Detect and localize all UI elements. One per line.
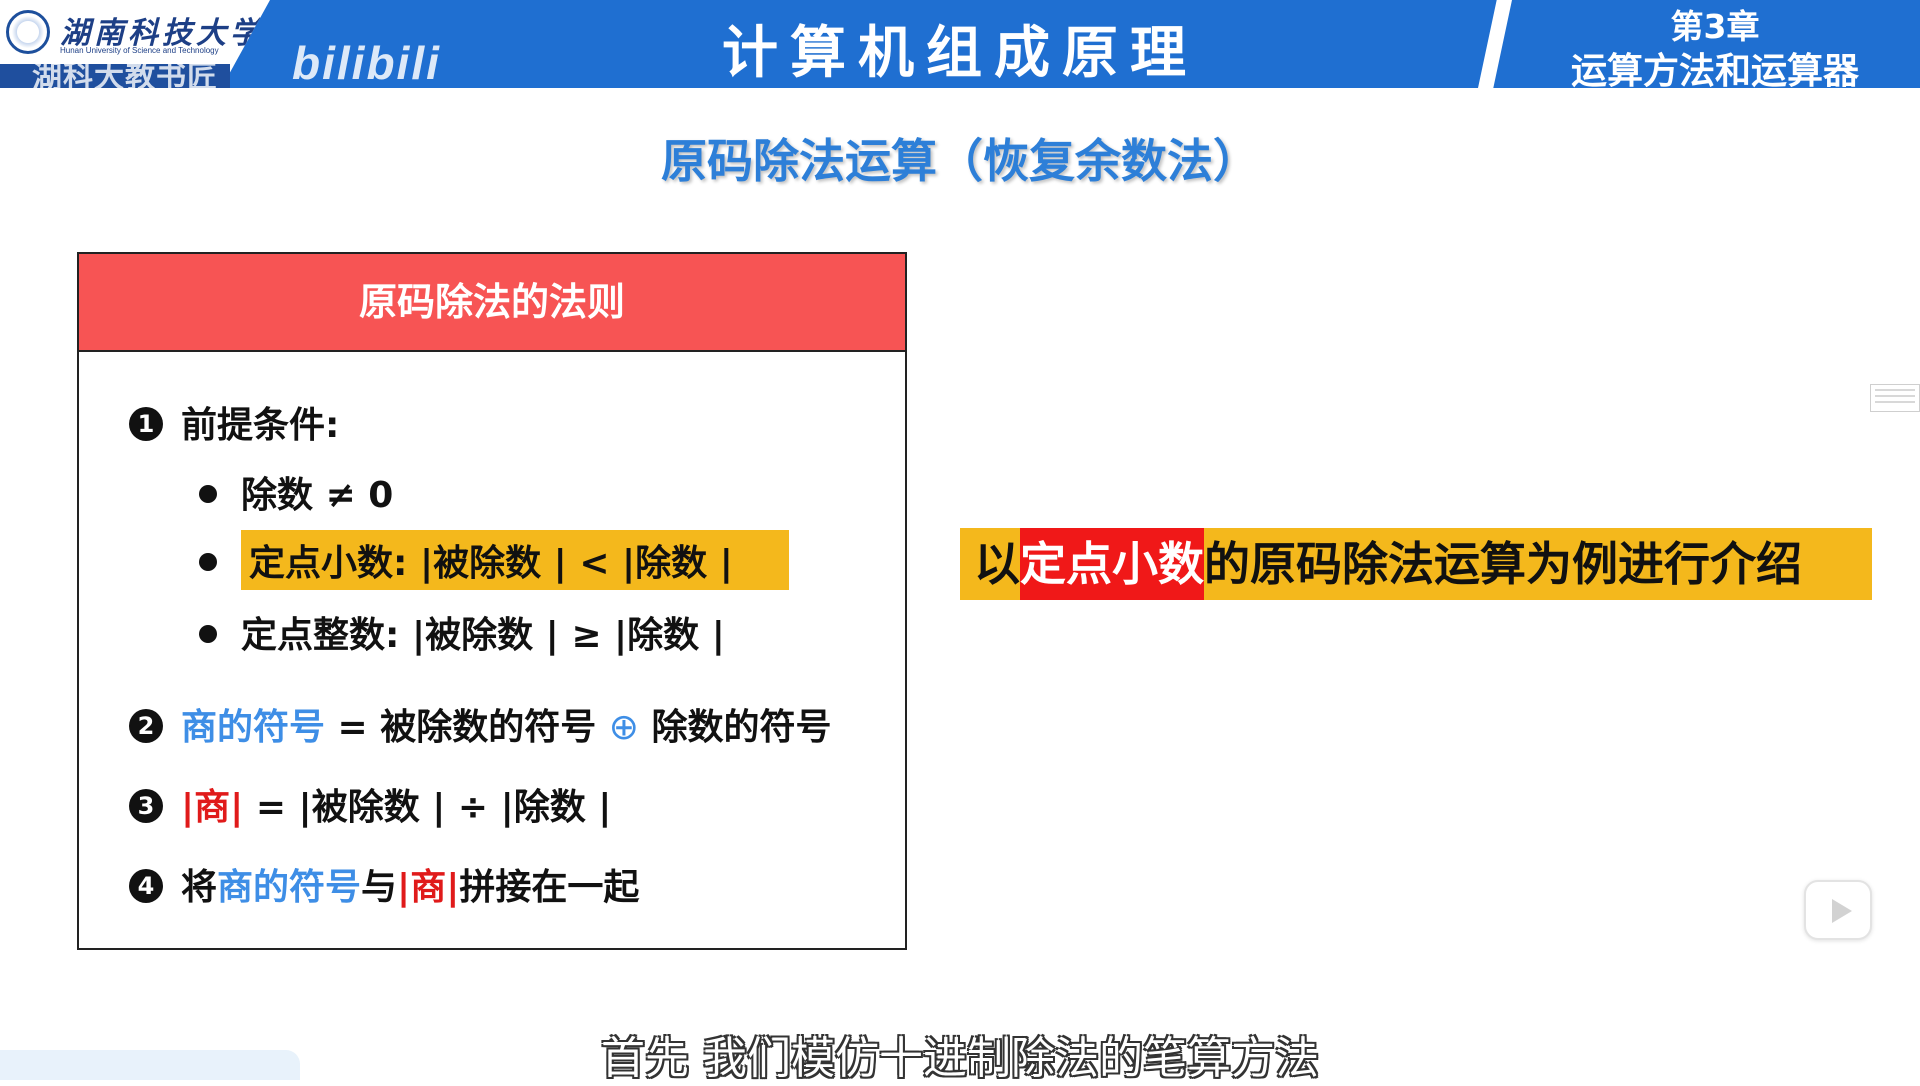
xor-operator: ⊕ [608,707,639,748]
condition-fixed-fraction-expr: |被除数 | < |除数 | [419,543,733,584]
video-subtitle: 首先 我们模仿十进制除法的笔算方法 [601,1033,1319,1084]
condition-fixed-integer-label: 定点整数: [241,615,400,656]
rule-4-part1: 将 [181,867,218,908]
callout-prefix: 以 [974,537,1020,591]
callout-suffix: 的原码除法运算为例进行介绍 [1204,537,1802,591]
quotient-formula-text: = |被除数 | ÷ |除数 | [243,787,612,828]
rule-1-marker: 1 [129,407,163,441]
condition-fixed-fraction-label: 定点小数: [249,543,408,584]
rule-3: 3 |商| = |被除数 | ÷ |除数 | [129,778,611,830]
rules-heading: 原码除法的法则 [79,254,905,352]
condition-fixed-fraction: 定点小数: |被除数 | < |除数 | [199,530,789,590]
bullet [199,485,217,503]
rule-4-abs: |商| [397,867,460,908]
bullet [199,625,217,643]
mini-thumbnail[interactable] [1870,384,1920,412]
dividend-sign-text: = 被除数的符号 [325,707,597,748]
rule-1-label: 前提条件: [181,405,340,446]
play-icon [1832,899,1852,923]
rule-1: 1 前提条件: [129,396,339,448]
condition-fixed-fraction-highlight: 定点小数: |被除数 | < |除数 | [241,530,789,590]
play-button[interactable] [1804,880,1872,940]
rule-4-sign: 商的符号 [217,867,362,908]
divisor-sign-text: 除数的符号 [651,707,832,748]
rule-4-marker: 4 [129,869,163,903]
condition-fixed-integer-expr: |被除数 | ≥ |除数 | [411,615,725,656]
chapter-number: 第3章 [1670,7,1760,46]
callout-banner: 以定点小数的原码除法运算为例进行介绍 [960,528,1872,600]
quotient-sign-text: 商的符号 [181,707,326,748]
rule-4-part5: 拼接在一起 [459,867,640,908]
chapter-name: 运算方法和运算器 [1570,51,1859,92]
rule-3-marker: 3 [129,789,163,823]
condition-fixed-integer: 定点整数: |被除数 | ≥ |除数 | [199,606,725,658]
rules-box: 原码除法的法则 1 前提条件: 除数 ≠ 0 定点小数: |被除数 | < |除数… [77,252,907,950]
quotient-abs-text: |商| [181,787,244,828]
bullet [199,553,217,571]
rule-2: 2 商的符号 = 被除数的符号 ⊕ 除数的符号 [129,698,832,750]
condition-divisor: 除数 ≠ 0 [199,466,393,518]
callout-highlight: 定点小数 [1020,528,1204,600]
header-bar: 湖南科技大学 Hunan University of Science and T… [0,0,1920,95]
condition-divisor-text: 除数 ≠ 0 [241,475,394,516]
rule-4: 4 将商的符号与|商|拼接在一起 [129,858,639,910]
rule-2-marker: 2 [129,709,163,743]
slide-title: 原码除法运算（恢复余数法） [661,134,1259,188]
rule-4-part3: 与 [361,867,398,908]
